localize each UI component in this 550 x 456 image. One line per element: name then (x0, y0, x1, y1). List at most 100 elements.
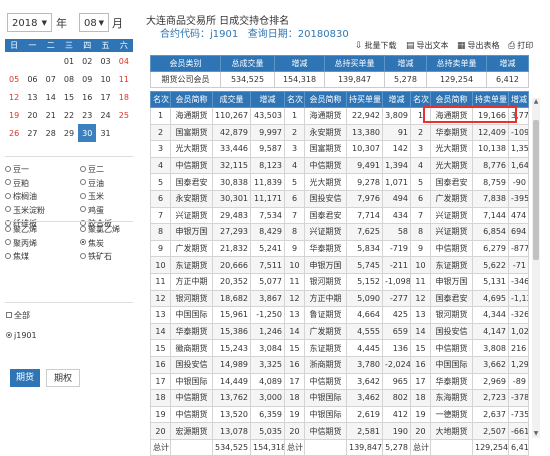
calendar-day[interactable]: 12 (5, 88, 23, 106)
calendar-day[interactable]: 01 (60, 52, 78, 70)
scroll-up-icon[interactable]: ▲ (532, 98, 540, 105)
calendar-day[interactable]: 17 (96, 88, 114, 106)
ranking-cell: 7 (284, 206, 305, 225)
calendar-day[interactable]: 30 (78, 124, 97, 142)
ranking-cell: 13,762 (212, 389, 251, 407)
calendar-day[interactable]: 15 (60, 88, 78, 106)
month-select[interactable]: 08 ▼ (79, 13, 109, 32)
calendar-day[interactable]: 13 (23, 88, 41, 106)
contract-option-j1901[interactable]: j1901 (6, 331, 37, 341)
calendar-day[interactable]: 02 (78, 52, 96, 70)
ranking-cell: 19 (150, 405, 171, 424)
calendar-day[interactable]: 06 (23, 70, 41, 88)
product-option-label: 玉米淀粉 (13, 205, 45, 215)
calendar-day[interactable]: 11 (115, 70, 133, 88)
ranking-cell: 7,714 (346, 206, 383, 225)
calendar-day[interactable]: 09 (78, 70, 96, 88)
calendar-day[interactable]: 20 (23, 106, 41, 124)
scroll-down-icon[interactable]: ▼ (532, 430, 540, 437)
year-select[interactable]: 2018 ▼ (7, 13, 52, 32)
weekday-header: 一 (23, 39, 42, 52)
tab-futures[interactable]: 期货 (10, 369, 40, 387)
product-option-label: 豆二 (88, 165, 104, 174)
batch-download-button[interactable]: ⇩ 批量下载 (355, 40, 397, 51)
product-option[interactable]: 铁矿石 (80, 252, 112, 262)
ranking-cell: 19 (284, 405, 305, 424)
product-option[interactable]: 焦炭 (80, 239, 104, 249)
ranking-table: 名次 会员简称 成交量 增减 名次 会员简称 持买单量 增减 名次 会员简称 持卖单量 增减 1 海通期货… (150, 91, 529, 456)
ranking-cell: 190 (382, 422, 411, 440)
totals-cell: 总计 (150, 438, 171, 456)
ranking-cell: 2 (150, 123, 171, 142)
calendar-day[interactable]: 04 (115, 52, 133, 70)
calendar-empty (42, 52, 60, 70)
ranking-cell: 474 (508, 206, 529, 225)
calendar-day[interactable]: 10 (96, 70, 114, 88)
radio-icon (80, 192, 86, 199)
print-button[interactable]: ⎙ 打印 (508, 40, 533, 51)
totals-cell (430, 438, 473, 456)
ranking-cell: 3 (284, 140, 305, 158)
calendar-day[interactable]: 07 (42, 70, 60, 88)
ranking-cell: 华泰期货 (430, 372, 473, 391)
calendar-day[interactable]: 05 (5, 70, 23, 88)
ranking-cell: 11 (284, 272, 305, 291)
contract-all-checkbox[interactable]: 全部 (6, 311, 30, 321)
table-row: 5 国泰君安 30,838 11,839 5 光大期货 9,278 1,071 5 国泰君安 8,7… (150, 173, 529, 191)
product-option[interactable]: 聚丙烯 (5, 239, 37, 249)
weekday-header: 五 (96, 39, 115, 52)
ranking-cell: 13,520 (212, 405, 251, 424)
ranking-cell: 3,867 (250, 289, 285, 308)
product-option[interactable]: 豆二 (80, 165, 104, 175)
product-option-label: 棕榈油 (13, 192, 37, 201)
calendar-day[interactable]: 19 (5, 106, 23, 124)
calendar-day[interactable]: 27 (23, 124, 41, 142)
calendar-day[interactable]: 25 (115, 106, 133, 124)
ranking-cell: 15,386 (212, 322, 251, 341)
calendar-day[interactable]: 16 (78, 88, 96, 106)
ranking-cell: 4,695 (472, 289, 509, 308)
ranking-cell: 11 (150, 272, 171, 291)
calendar-day[interactable]: 28 (42, 124, 60, 142)
ranking-cell: 2,619 (346, 405, 383, 424)
divider (5, 302, 133, 303)
tab-options[interactable]: 期权 (46, 369, 80, 387)
product-option[interactable]: 豆油 (80, 179, 104, 189)
ranking-cell: 广发期货 (304, 322, 347, 341)
table-row: 2 国富期货 42,879 9,997 2 永安期货 13,380 91 2 华泰期货 12,409… (150, 123, 529, 142)
radio-icon (5, 206, 11, 212)
calendar-day[interactable]: 23 (78, 106, 96, 124)
calendar-day[interactable]: 08 (60, 70, 78, 88)
ranking-cell: 中信期货 (304, 422, 347, 440)
ranking-cell: 802 (382, 389, 411, 407)
summary-header: 增减 (384, 55, 427, 72)
calendar-day[interactable]: 26 (5, 124, 23, 142)
calendar-day[interactable]: 14 (42, 88, 60, 106)
summary-header: 会员类别 (150, 55, 221, 72)
product-option[interactable]: 聚乙烯 (5, 225, 37, 235)
ranking-cell: 15,243 (212, 339, 251, 357)
product-option[interactable]: 鸡蛋 (80, 206, 104, 216)
product-option[interactable]: 豆一 (5, 165, 29, 175)
ranking-cell: 17 (150, 372, 171, 391)
calendar-day[interactable]: 21 (42, 106, 60, 124)
product-option[interactable]: 豆粕 (5, 179, 29, 189)
radio-icon (80, 252, 86, 259)
calendar-day[interactable]: 22 (60, 106, 78, 124)
product-option[interactable]: 焦煤 (5, 252, 29, 262)
calendar-day[interactable]: 29 (60, 124, 78, 142)
table-row: 9 广发期货 21,832 5,241 9 华泰期货 5,834 -719 9 中信期货 6,279… (150, 239, 529, 258)
product-option[interactable]: 棕榈油 (5, 192, 37, 202)
calendar-day[interactable]: 03 (96, 52, 114, 70)
ranking-cell: 光大期货 (304, 173, 347, 191)
export-text-button[interactable]: ▤ 导出文本 (406, 40, 449, 51)
calendar-day[interactable]: 24 (96, 106, 114, 124)
product-option[interactable]: 玉米淀粉 (5, 206, 45, 216)
calendar-day[interactable]: 31 (96, 124, 114, 142)
product-option[interactable]: 玉米 (80, 192, 104, 202)
export-table-button[interactable]: ▦ 导出表格 (457, 40, 500, 51)
ranking-cell: 142 (382, 140, 411, 158)
product-option[interactable]: 聚氯乙烯 (80, 225, 120, 235)
scrollbar-thumb[interactable] (533, 120, 539, 260)
calendar-day[interactable]: 18 (115, 88, 133, 106)
